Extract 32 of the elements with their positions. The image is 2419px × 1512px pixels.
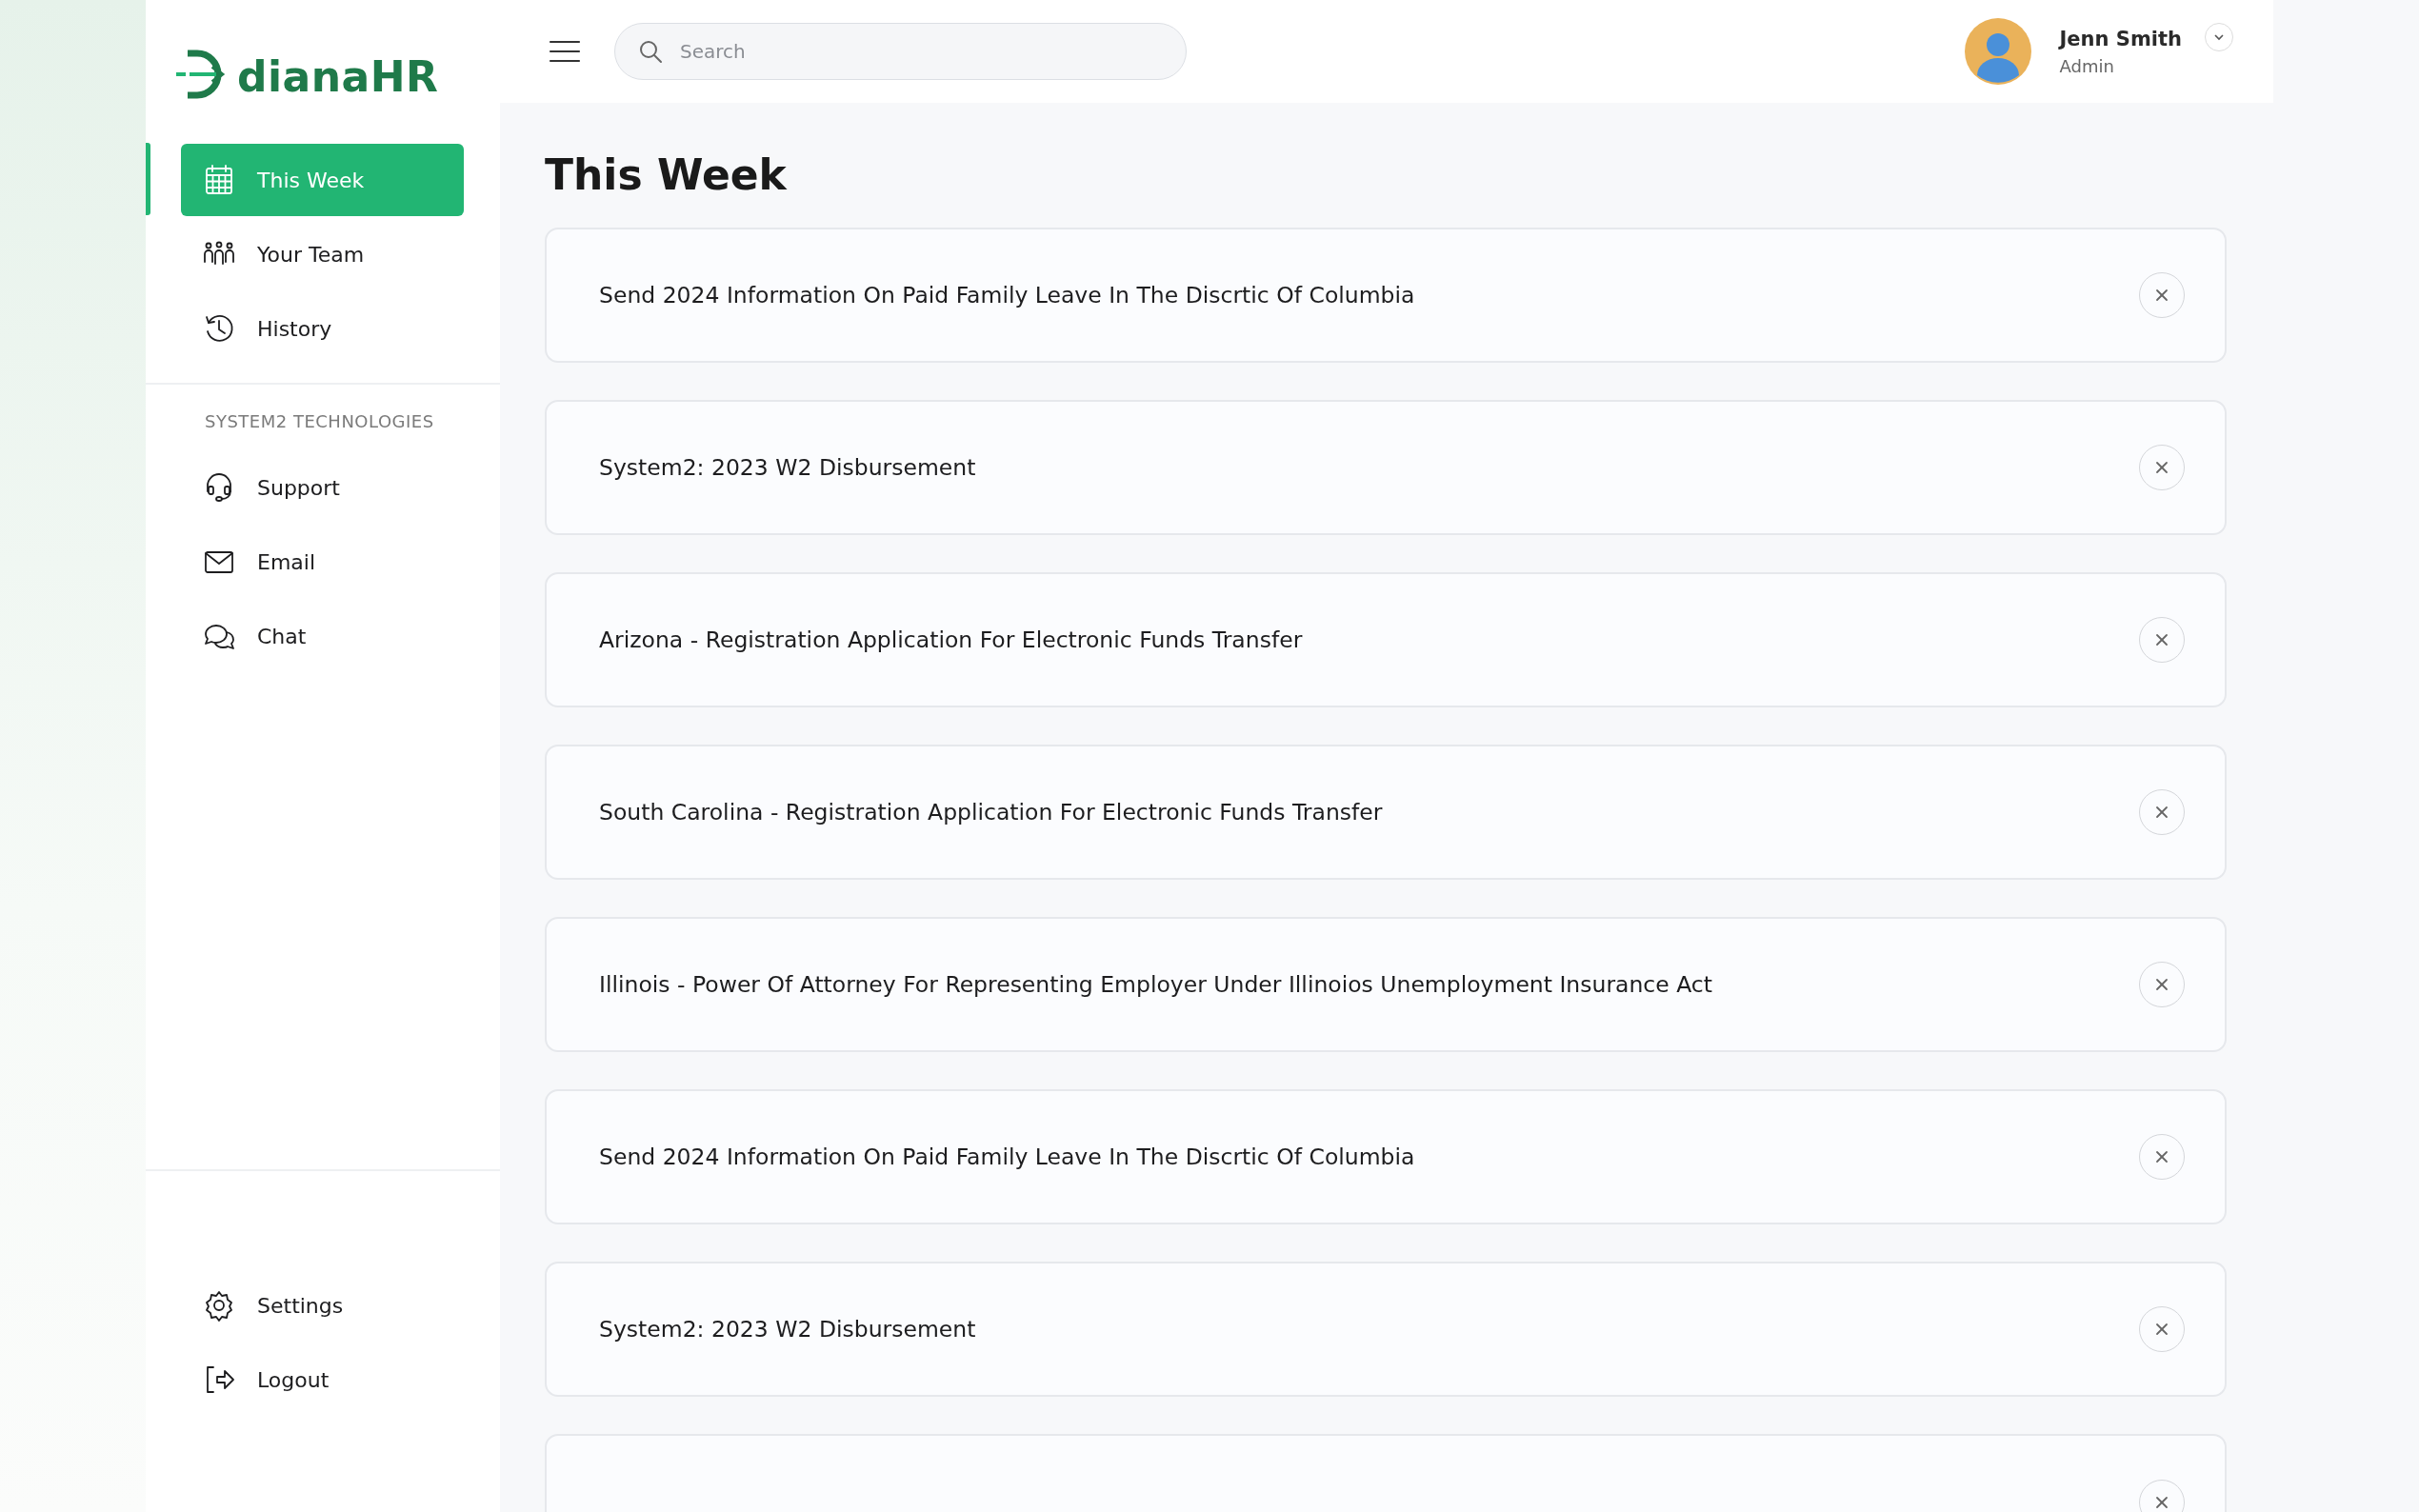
close-icon	[2154, 1495, 2169, 1510]
task-title: System2: 2023 W2 Disbursement	[599, 454, 977, 481]
task-title: Arizona - Registration Application For Electronic Funds Transfer	[599, 627, 1304, 653]
user-name: Jenn Smith	[2059, 27, 2182, 50]
search-icon	[637, 38, 664, 65]
dropdown-button[interactable]	[2205, 23, 2233, 51]
close-icon	[2154, 977, 2169, 992]
sidebar-item[interactable]: Logout	[181, 1343, 464, 1416]
chevron-down-icon	[2213, 33, 2225, 41]
logo-text: dianaHR	[237, 51, 439, 101]
page-title: This Week	[545, 150, 789, 199]
close-icon	[2154, 1149, 2169, 1164]
search-field[interactable]: Search	[614, 23, 1187, 80]
sidebar-item[interactable]: Email	[181, 526, 464, 598]
sidebar-item[interactable]: Chat	[181, 600, 464, 672]
sidebar-item[interactable]: Settings	[181, 1269, 464, 1342]
close-icon	[2154, 460, 2169, 475]
close-icon	[2154, 805, 2169, 820]
task-title: System2: 2023 W2 Disbursement	[599, 1316, 977, 1343]
task-title: Illinois - Power Of Attorney For Representing Employer Under Illinoios Unemployment Insurance Act	[599, 971, 1713, 998]
close-icon	[2154, 288, 2169, 303]
sidebar-item[interactable]: History	[181, 292, 464, 365]
task-title: South Carolina - Registration Application For Electronic Funds Transfer	[599, 799, 1384, 826]
user-role: Admin	[2059, 55, 2115, 76]
close-icon	[2154, 632, 2169, 647]
task-title: Send 2024 Information On Paid Family Leave In The Discrtic Of Columbia	[599, 282, 1416, 308]
task-title: Send 2024 Information On Paid Family Leave In The Discrtic Of Columbia	[599, 1144, 1416, 1170]
sidebar-item[interactable]: Support	[181, 451, 464, 524]
avatar	[1964, 18, 2031, 85]
sidebar-item[interactable]: Your Team	[181, 218, 464, 290]
section-heading: SYSTEM2 TECHNOLOGIES	[204, 410, 435, 433]
close-icon	[2154, 1322, 2169, 1337]
